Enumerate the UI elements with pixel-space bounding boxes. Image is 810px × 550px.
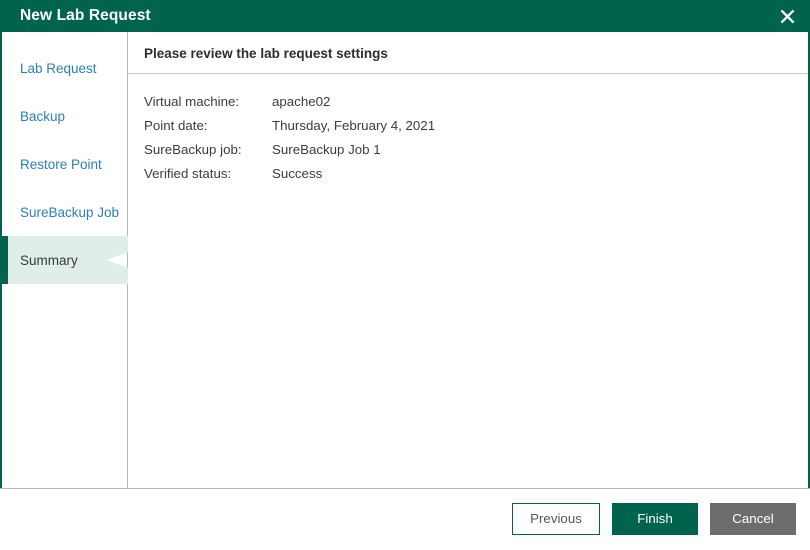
close-icon[interactable] (764, 0, 810, 32)
field-value: SureBackup Job 1 (272, 142, 381, 157)
previous-button[interactable]: Previous (512, 502, 600, 535)
sidebar-item-surebackup-job[interactable]: SureBackup Job (2, 188, 127, 236)
content-header: Please review the lab request settings (128, 32, 808, 74)
sidebar-item-label: Restore Point (20, 156, 102, 172)
wizard-step-nav: Lab Request Backup Restore Point SureBac… (2, 32, 128, 488)
sidebar-item-lab-request[interactable]: Lab Request (2, 44, 127, 92)
sidebar-item-label: Backup (20, 108, 66, 124)
sidebar-item-backup[interactable]: Backup (2, 92, 127, 140)
new-lab-request-dialog: New Lab Request Lab Request Backup Resto… (0, 0, 810, 550)
summary-field-table: Virtual machine: apache02 Point date: Th… (144, 93, 435, 189)
table-row: SureBackup job: SureBackup Job 1 (144, 141, 435, 165)
field-value: Success (272, 166, 323, 181)
table-row: Verified status: Success (144, 165, 435, 189)
dialog-footer: Previous Finish Cancel (0, 488, 810, 550)
cancel-button[interactable]: Cancel (710, 502, 796, 535)
finish-button[interactable]: Finish (612, 502, 698, 535)
dialog-title: New Lab Request (20, 7, 151, 25)
sidebar-item-label: Lab Request (20, 60, 97, 76)
summary-details: Virtual machine: apache02 Point date: Th… (128, 74, 808, 488)
table-row: Point date: Thursday, February 4, 2021 (144, 117, 435, 141)
field-label: Point date: (144, 118, 208, 133)
sidebar-item-restore-point[interactable]: Restore Point (2, 140, 127, 188)
table-row: Virtual machine: apache02 (144, 93, 435, 117)
sidebar-item-label: Summary (20, 252, 78, 268)
dialog-body: Lab Request Backup Restore Point SureBac… (2, 32, 808, 488)
sidebar-item-label: SureBackup Job (20, 204, 120, 220)
field-label: Verified status: (144, 166, 232, 181)
field-label: Virtual machine: (144, 94, 240, 109)
field-value: Thursday, February 4, 2021 (272, 118, 436, 133)
sidebar-item-summary[interactable]: Summary (2, 236, 128, 284)
content-pane: Please review the lab request settings V… (128, 32, 808, 488)
dialog-title-bar: New Lab Request (0, 0, 810, 32)
field-value: apache02 (272, 94, 331, 109)
field-label: SureBackup job: (144, 142, 242, 157)
